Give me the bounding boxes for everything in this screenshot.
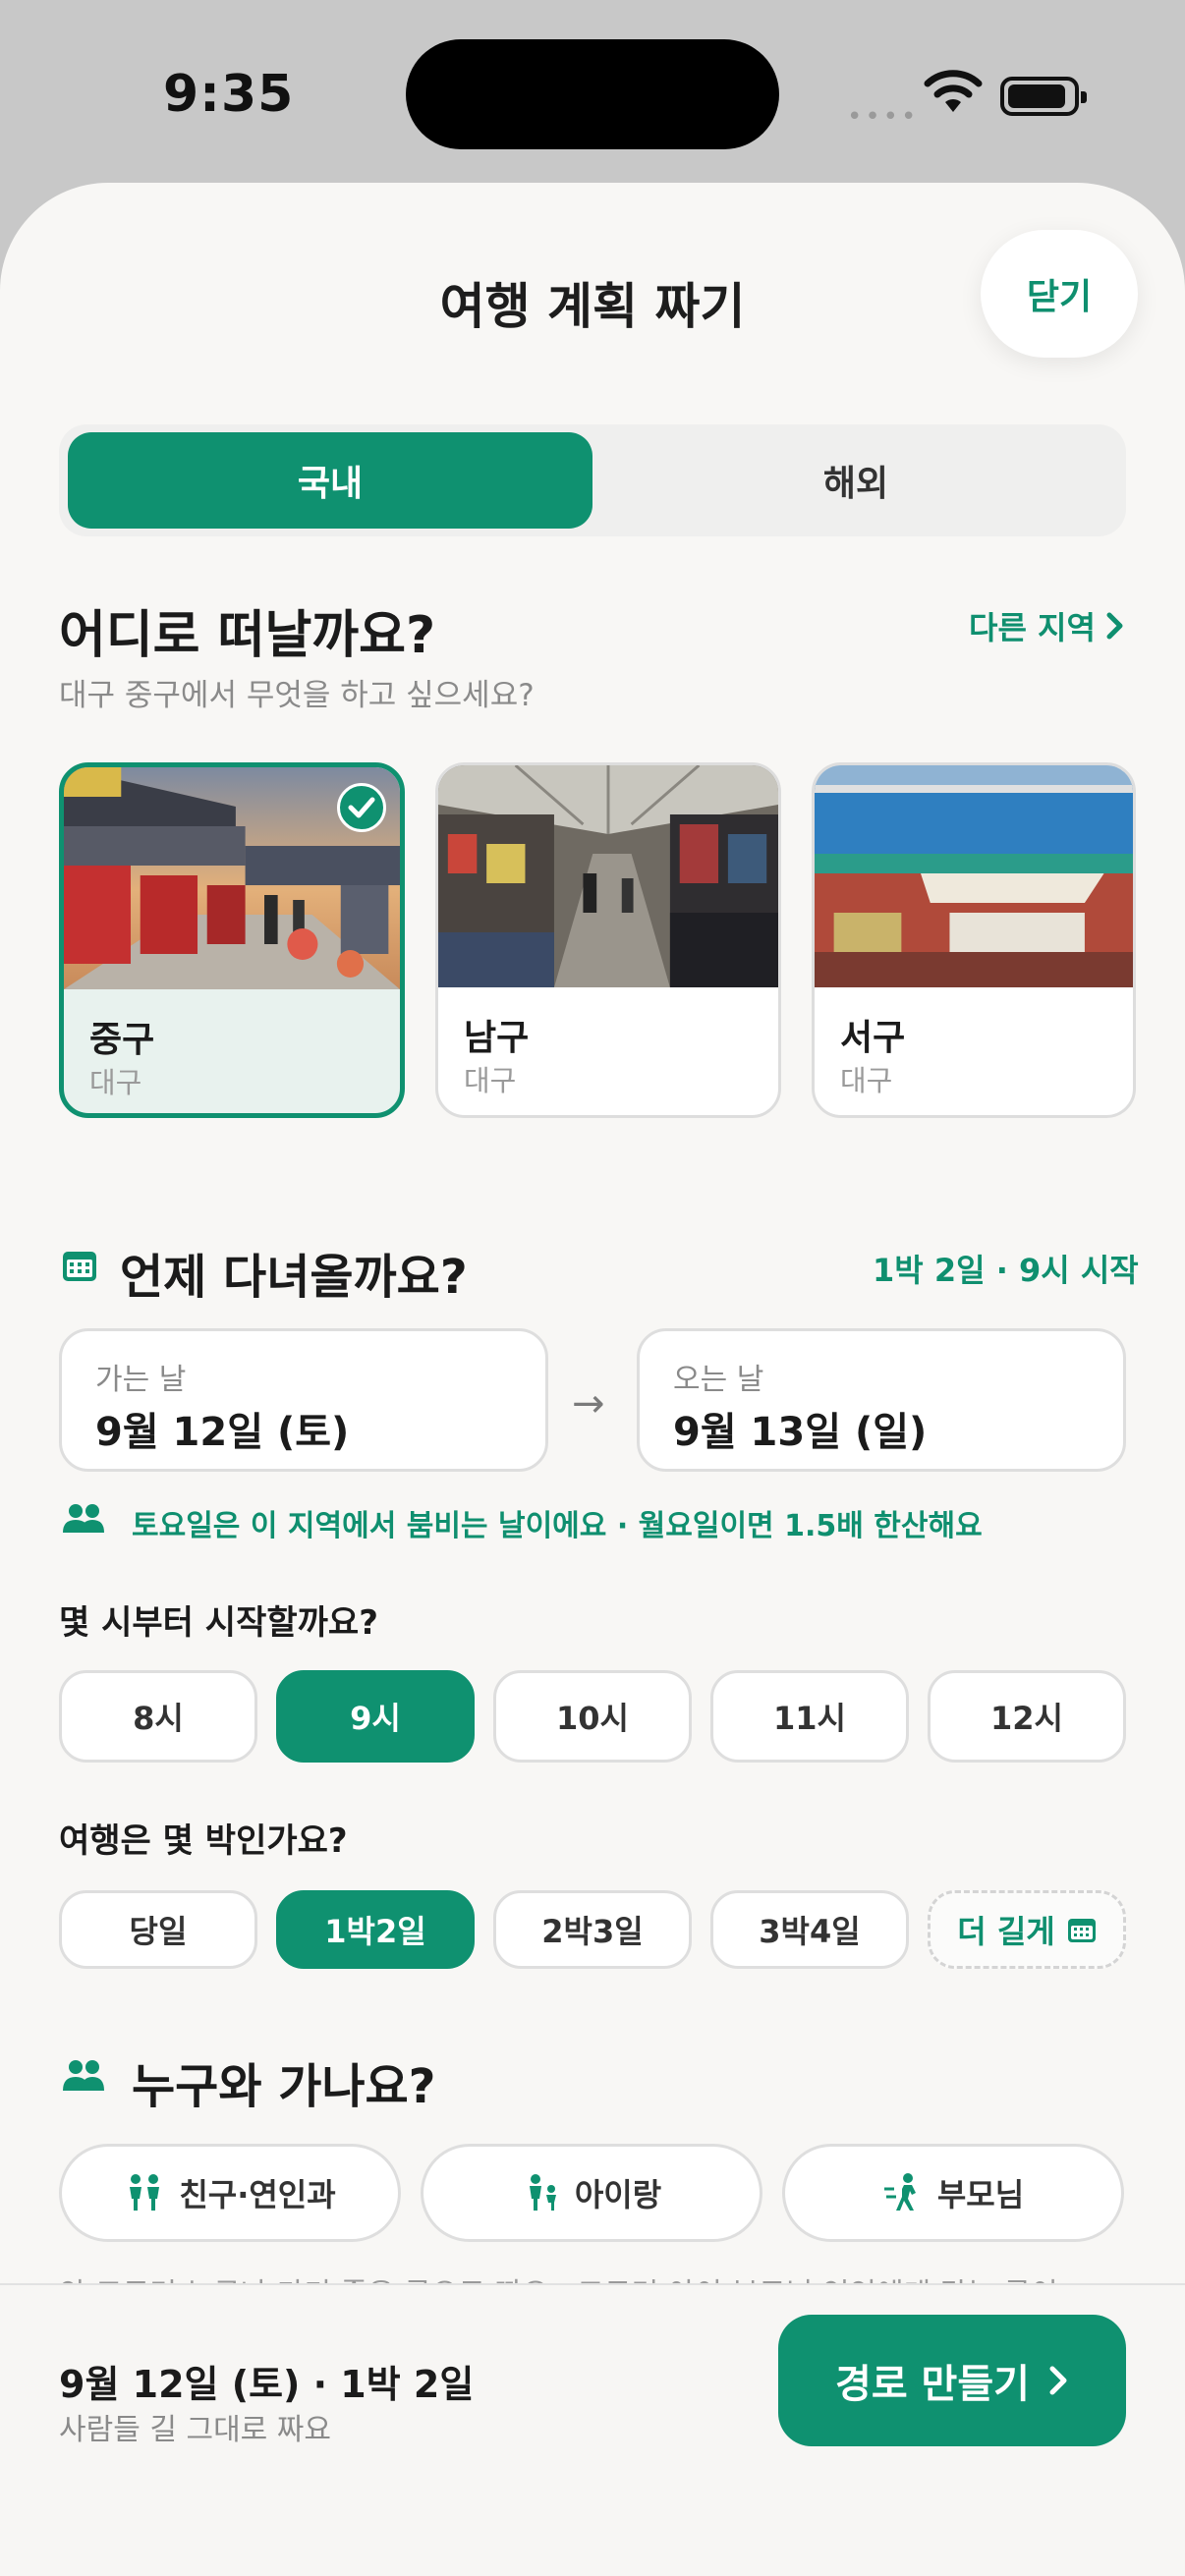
where-title: 어디로 떠날까요? — [59, 606, 436, 665]
nights-option-2n3d[interactable]: 2박3일 — [493, 1890, 692, 1969]
who-option-kids[interactable]: 아이랑 — [421, 2144, 762, 2242]
people-icon — [63, 2060, 104, 2091]
who-option-label: 부모님 — [936, 2176, 1025, 2213]
card-region: 대구 — [464, 1064, 517, 1097]
nights-more-label: 더 길게 — [957, 1913, 1055, 1950]
who-option-label: 아이랑 — [574, 2176, 662, 2213]
close-button[interactable]: 닫기 — [981, 230, 1138, 358]
nights-option-day-trip[interactable]: 당일 — [59, 1890, 257, 1969]
who-title: 누구와 가나요? — [132, 2059, 436, 2114]
market-gate-photo — [815, 765, 1133, 987]
depart-date-value: 9월 12일 (토) — [95, 1410, 350, 1455]
return-date-label: 오는 날 — [673, 1363, 764, 1397]
who-option-label: 친구·연인과 — [179, 2176, 336, 2213]
trip-summary: 1박 2일 · 9시 시작 — [873, 1252, 1139, 1289]
status-time: 9:35 — [163, 65, 295, 124]
calendar-icon — [63, 1252, 96, 1281]
signal-dots-icon: •••• — [847, 102, 920, 132]
covered-market-photo — [438, 765, 778, 987]
nights-question: 여행은 몇 박인가요? — [59, 1821, 348, 1861]
card-region: 대구 — [89, 1066, 142, 1099]
depart-date-field[interactable]: 가는 날 9월 12일 (토) — [59, 1328, 548, 1472]
start-time-option-12[interactable]: 12시 — [928, 1670, 1126, 1763]
who-option-parents[interactable]: 부모님 — [782, 2144, 1124, 2242]
chevron-right-icon — [1106, 612, 1123, 640]
card-name: 중구 — [89, 1020, 155, 1060]
card-name: 남구 — [464, 1018, 530, 1058]
people-icon — [63, 1504, 104, 1533]
battery-icon — [1000, 77, 1087, 116]
card-region: 대구 — [840, 1064, 893, 1097]
start-time-option-8[interactable]: 8시 — [59, 1670, 257, 1763]
who-option-friends[interactable]: 친구·연인과 — [59, 2144, 401, 2242]
other-region-link[interactable]: 다른 지역 — [969, 603, 1125, 648]
bottom-bar: 9월 12일 (토) · 1박 2일 사람들 길 그대로 짜요 경로 만들기 — [0, 2283, 1185, 2576]
create-route-label: 경로 만들기 — [835, 2362, 1030, 2407]
tab-overseas[interactable]: 해외 — [593, 432, 1118, 529]
return-date-value: 9월 13일 (일) — [673, 1410, 928, 1455]
region-card-junggu[interactable]: 중구 대구 — [59, 762, 405, 1118]
start-time-question: 몇 시부터 시작할까요? — [59, 1603, 378, 1643]
nights-option-3n4d[interactable]: 3박4일 — [710, 1890, 909, 1969]
calendar-icon — [1067, 1919, 1096, 1942]
when-title: 언제 다녀올까요? — [120, 1250, 468, 1305]
trip-planner-sheet: 여행 계획 짜기 닫기 국내 해외 어디로 떠날까요? 다른 지역 대구 중구에… — [0, 183, 1185, 2576]
start-time-option-11[interactable]: 11시 — [710, 1670, 909, 1763]
domestic-overseas-toggle: 국내 해외 — [59, 424, 1126, 536]
nights-more-button[interactable]: 더 길게 — [928, 1890, 1126, 1969]
return-date-field[interactable]: 오는 날 9월 13일 (일) — [637, 1328, 1126, 1472]
status-bar: 9:35 •••• — [0, 0, 1185, 187]
crowd-hint: 토요일은 이 지역에서 붐비는 날이에요 · 월요일이면 1.5배 한산해요 — [132, 1509, 983, 1543]
selected-check-icon — [337, 783, 386, 832]
start-time-option-9[interactable]: 9시 — [276, 1670, 475, 1763]
where-subtitle: 대구 중구에서 무엇을 하고 싶으세요? — [59, 678, 535, 713]
other-region-label: 다른 지역 — [969, 609, 1096, 646]
dynamic-island — [406, 39, 779, 149]
start-time-option-10[interactable]: 10시 — [493, 1670, 692, 1763]
footer-subtext: 사람들 길 그대로 짜요 — [59, 2413, 332, 2447]
couple-icon — [130, 2174, 160, 2211]
card-name: 서구 — [840, 1018, 906, 1058]
depart-date-label: 가는 날 — [95, 1363, 187, 1397]
region-card-namgu[interactable]: 남구 대구 — [435, 762, 781, 1118]
arrow-right-icon: → — [572, 1381, 605, 1427]
footer-summary: 9월 12일 (토) · 1박 2일 — [59, 2363, 475, 2406]
tab-domestic[interactable]: 국내 — [68, 432, 592, 529]
chevron-right-icon — [1049, 2366, 1067, 2395]
parent-child-icon — [529, 2174, 556, 2211]
nights-option-1n2d[interactable]: 1박2일 — [276, 1890, 475, 1969]
wifi-icon — [924, 70, 983, 112]
walking-person-icon — [883, 2173, 916, 2211]
create-route-button[interactable]: 경로 만들기 — [778, 2315, 1126, 2446]
region-card-seogu[interactable]: 서구 대구 — [812, 762, 1136, 1118]
